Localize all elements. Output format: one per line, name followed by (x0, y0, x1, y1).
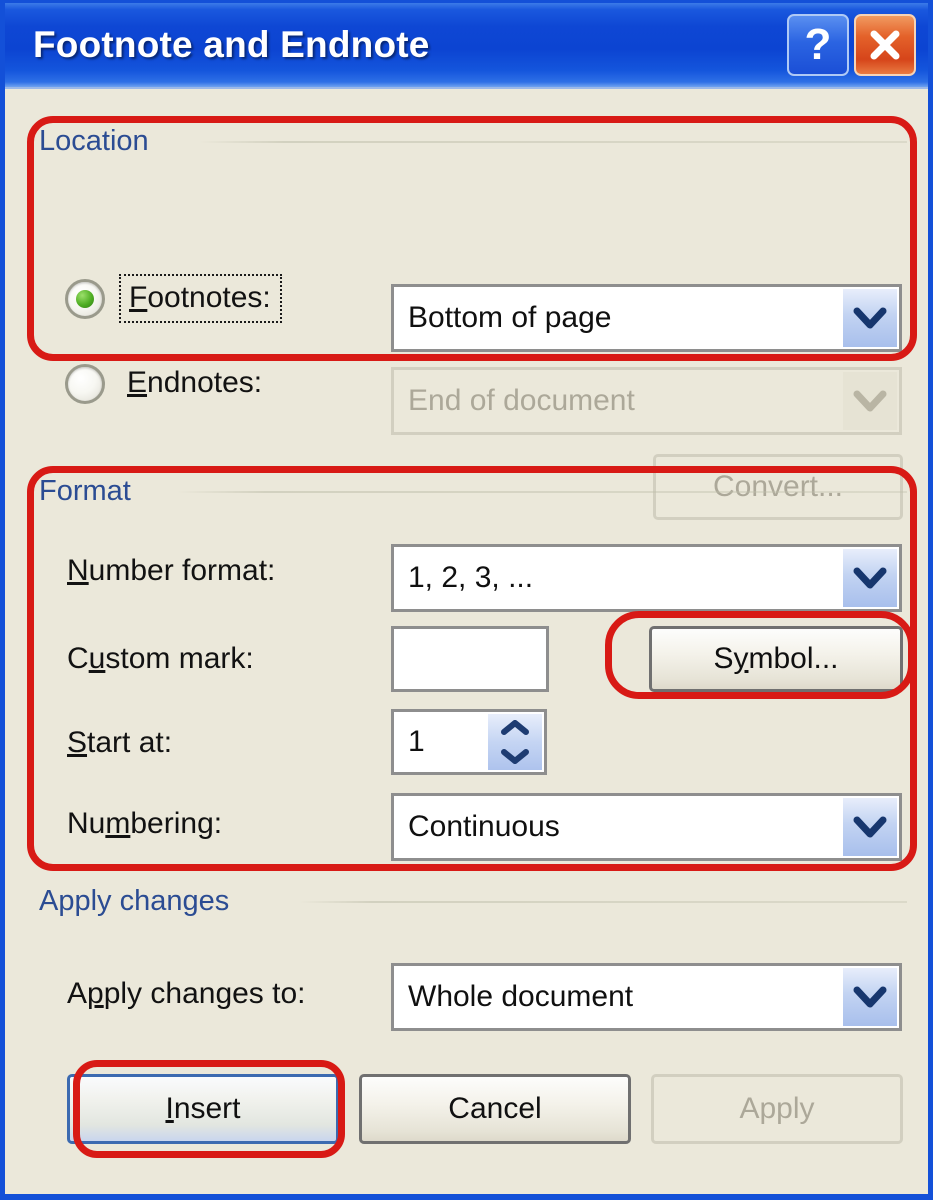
start-at-label-rest: tart at: (87, 726, 173, 759)
radio-selected-dot (76, 289, 94, 308)
title-bar: Footnote and Endnote ? (5, 3, 928, 89)
number-format-label: Number format: (67, 554, 275, 588)
endnotes-radio-button[interactable] (65, 363, 105, 404)
chevron-down-icon-disabled (843, 372, 897, 430)
numbering-dropdown[interactable]: Continuous (391, 793, 902, 861)
apply-changes-group-rule (299, 901, 907, 903)
apply-changes-to-dropdown[interactable]: Whole document (391, 963, 902, 1031)
number-format-dropdown[interactable]: 1, 2, 3, ... (391, 544, 902, 612)
symbol-access-key: y (733, 642, 749, 675)
title-bar-buttons: ? (787, 14, 916, 76)
symbol-button[interactable]: Symbol... (649, 626, 903, 692)
footnotes-label-rest: ootnotes: (147, 281, 271, 314)
insert-label-rest: nsert (173, 1092, 241, 1125)
window-title: Footnote and Endnote (33, 24, 430, 65)
chevron-down-icon[interactable] (843, 549, 897, 607)
apply-changes-to-value: Whole document (408, 980, 634, 1013)
apply-button: Apply (651, 1074, 903, 1144)
footnotes-location-dropdown[interactable]: Bottom of page (391, 284, 902, 352)
start-at-access-key: S (67, 726, 88, 759)
endnotes-label-rest: ndnotes: (147, 366, 263, 399)
help-icon-button[interactable]: ? (787, 14, 849, 76)
footnote-and-endnote-dialog: Footnote and Endnote ? Location Footnote… (0, 0, 933, 1200)
apply-button-label: Apply (739, 1092, 815, 1125)
close-x-icon (870, 30, 900, 60)
location-group-rule (199, 141, 907, 143)
number-format-label-rest: umber format: (88, 554, 276, 587)
start-at-spin-buttons[interactable] (488, 714, 542, 770)
symbol-label-rest: mbol... (748, 642, 839, 675)
start-at-label: Start at: (67, 726, 172, 760)
custom-mark-label: Custom mark: (67, 642, 254, 676)
cancel-button-label: Cancel (448, 1092, 542, 1125)
custom-mark-access-key: u (88, 642, 106, 675)
chevron-down-icon[interactable] (843, 968, 897, 1026)
footnotes-location-value: Bottom of page (408, 301, 612, 334)
number-format-value: 1, 2, 3, ... (408, 561, 534, 594)
apply-changes-group-label: Apply changes (35, 885, 236, 918)
endnotes-radio-label[interactable]: Endnotes: (119, 361, 271, 406)
custom-mark-input[interactable] (391, 626, 549, 692)
chevron-down-icon (501, 749, 529, 764)
apply-to-access-key: p (87, 977, 104, 1010)
endnotes-location-value: End of document (408, 384, 635, 417)
spinner-up-button[interactable] (488, 714, 542, 742)
cancel-button[interactable]: Cancel (359, 1074, 631, 1144)
insert-access-key: I (165, 1092, 174, 1125)
numbering-label-rest: bering: (130, 807, 223, 840)
footnotes-radio-button[interactable] (65, 278, 105, 319)
chevron-up-icon (501, 720, 529, 735)
numbering-label: Numbering: (67, 807, 222, 841)
endnotes-location-dropdown: End of document (391, 367, 902, 435)
location-group-label: Location (35, 125, 155, 158)
question-mark-icon: ? (804, 20, 832, 69)
chevron-down-icon[interactable] (843, 289, 897, 347)
footnotes-access-key: F (129, 281, 148, 314)
spinner-down-button[interactable] (488, 742, 542, 770)
footnotes-radio-row[interactable]: Footnotes: (65, 274, 282, 323)
insert-button-label: Insert (165, 1092, 240, 1126)
footnotes-radio-label[interactable]: Footnotes: (119, 274, 282, 323)
close-button[interactable] (854, 14, 916, 76)
endnotes-access-key: E (127, 366, 148, 399)
symbol-label-pre: S (713, 642, 734, 675)
dialog-body: Location Footnotes: Bottom of page Endno… (5, 89, 928, 1194)
apply-to-label-rest: ply changes to: (103, 977, 306, 1010)
number-format-access-key: N (67, 554, 89, 587)
numbering-label-pre: Nu (67, 807, 106, 840)
format-group-label: Format (35, 475, 137, 508)
apply-changes-to-label: Apply changes to: (67, 977, 306, 1011)
apply-to-label-pre: A (67, 977, 88, 1010)
custom-mark-label-pre: C (67, 642, 89, 675)
numbering-access-key: m (105, 807, 131, 840)
endnotes-radio-row[interactable]: Endnotes: (65, 361, 271, 406)
insert-button[interactable]: Insert (67, 1074, 339, 1144)
chevron-down-icon[interactable] (843, 798, 897, 856)
start-at-spinner[interactable]: 1 (391, 709, 547, 775)
start-at-value: 1 (408, 725, 425, 758)
format-group-rule (177, 491, 907, 493)
numbering-value: Continuous (408, 810, 560, 843)
symbol-button-label: Symbol... (713, 642, 838, 676)
custom-mark-label-rest: stom mark: (105, 642, 254, 675)
